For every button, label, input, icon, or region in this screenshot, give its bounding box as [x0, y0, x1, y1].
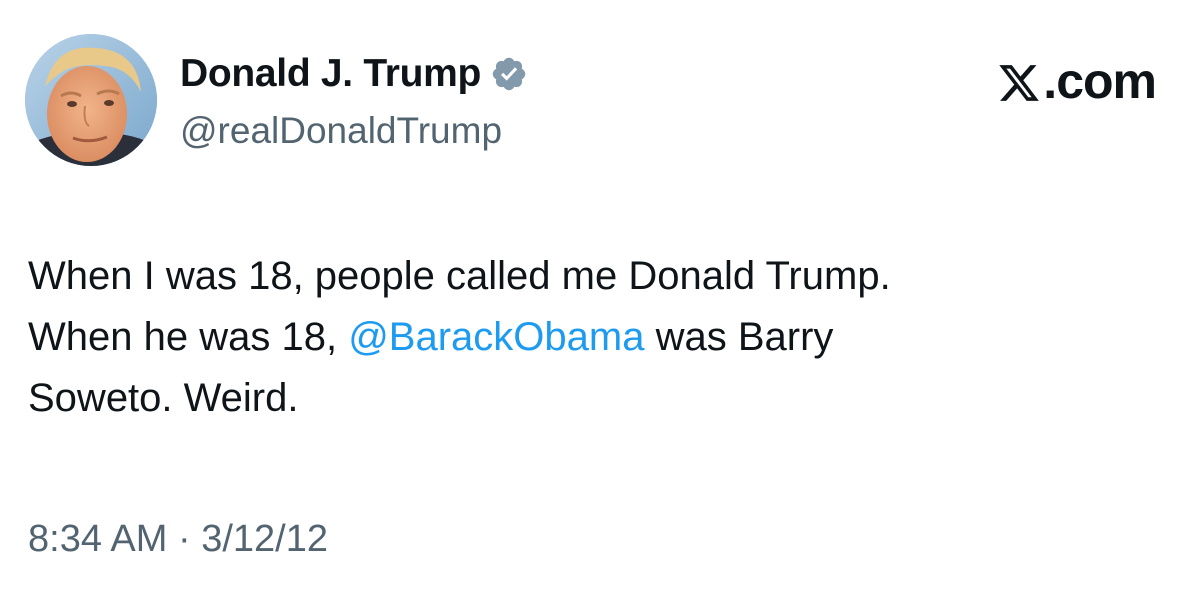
tweet-line-2-start: When he was 18,	[28, 315, 349, 359]
tweet-line-1: When I was 18, people called me Donald T…	[28, 254, 891, 298]
tweet-date: 3/12/12	[201, 518, 328, 560]
tweet-text: When I was 18, people called me Donald T…	[28, 246, 1158, 429]
x-logo-icon	[997, 59, 1041, 103]
timestamp-separator: ·	[167, 518, 202, 560]
verified-badge-icon	[490, 55, 528, 93]
author-handle[interactable]: @realDonaldTrump	[180, 110, 502, 152]
tweet-time: 8:34 AM	[28, 518, 168, 560]
mention-link[interactable]: @BarackObama	[348, 315, 644, 359]
author-name-row: Donald J. Trump	[180, 50, 528, 98]
tweet-card: Donald J. Trump @realDonaldTrump .com Wh…	[0, 0, 1200, 601]
brand-watermark: .com	[997, 52, 1157, 110]
author-display-name[interactable]: Donald J. Trump	[180, 52, 481, 96]
tweet-line-2: When he was 18, @BarackObama was Barry	[28, 307, 1158, 368]
tweet-timestamp[interactable]: 8:34 AM · 3/12/12	[28, 518, 328, 561]
author-avatar[interactable]	[25, 34, 157, 166]
avatar-photo-icon	[25, 34, 157, 166]
brand-label: .com	[1043, 53, 1157, 109]
tweet-line-2-end: was Barry	[644, 315, 834, 359]
tweet-line-3: Soweto. Weird.	[28, 376, 299, 420]
